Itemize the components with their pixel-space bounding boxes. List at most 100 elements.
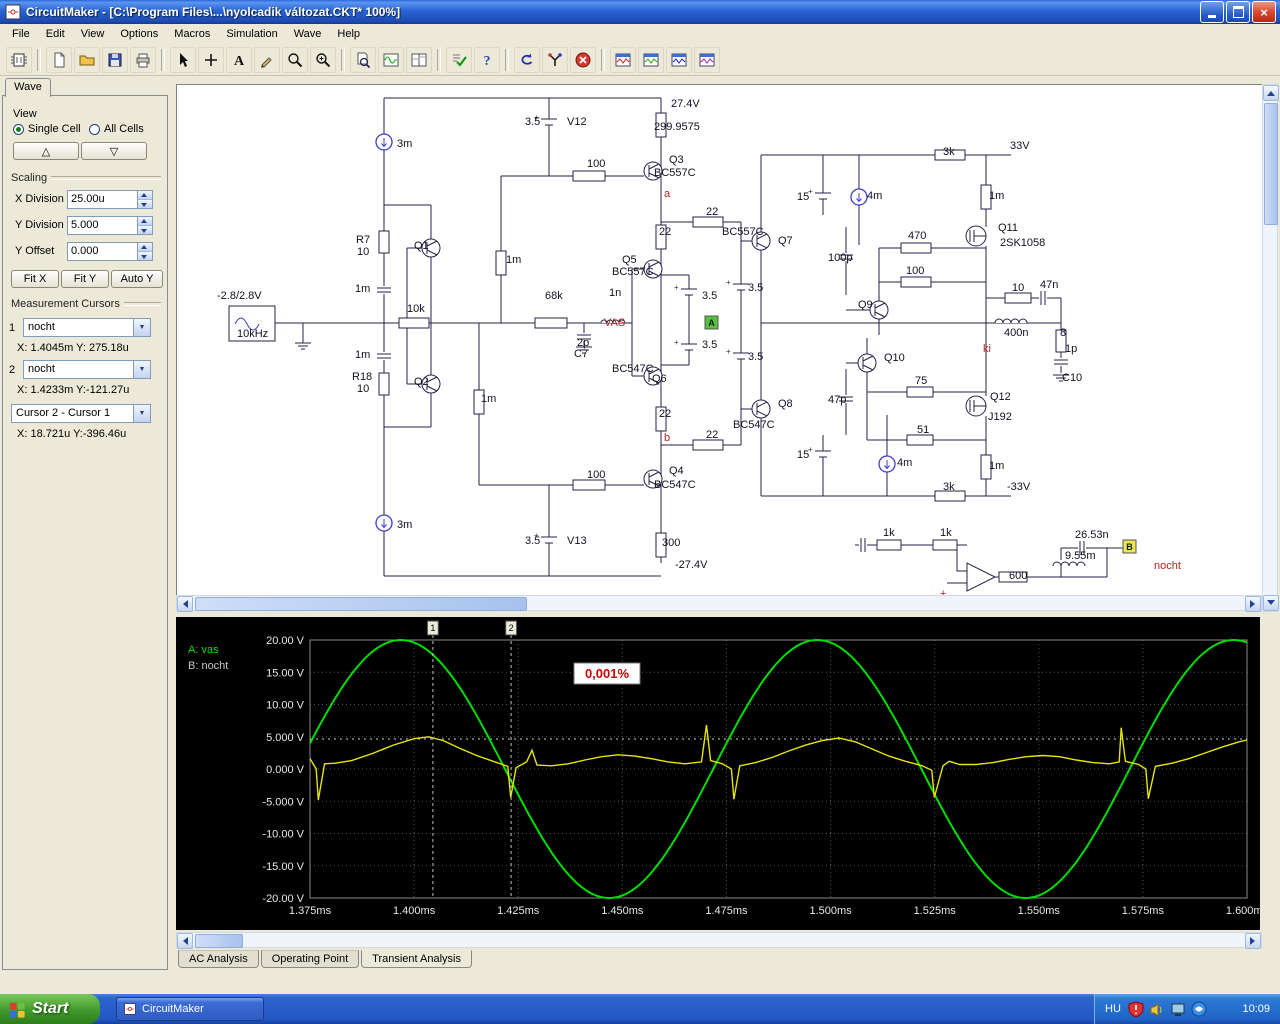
probe-tool-button[interactable] (254, 46, 280, 73)
arrow-tool-button[interactable] (170, 46, 196, 73)
scope-b-button[interactable] (638, 46, 664, 73)
svg-text:-15.00 V: -15.00 V (262, 861, 304, 873)
wave-down-button[interactable]: ▽ (81, 142, 147, 160)
hscroll-thumb[interactable] (195, 597, 527, 611)
y-division-up-arrow[interactable] (138, 217, 152, 226)
chip-button[interactable] (6, 46, 32, 73)
y-division-input[interactable]: 5.000 (67, 216, 153, 235)
zoom-area-button[interactable] (310, 46, 336, 73)
save-button[interactable] (102, 46, 128, 73)
messenger-icon[interactable] (1191, 1001, 1207, 1018)
tab-operating-point[interactable]: Operating Point (260, 950, 360, 968)
security-shield-icon[interactable] (1128, 1000, 1144, 1018)
help-button[interactable]: ? (474, 46, 500, 73)
cursor-diff-select[interactable]: Cursor 2 - Cursor 1 ▼ (11, 404, 151, 423)
menu-file[interactable]: File (4, 26, 38, 42)
tab-transient-analysis[interactable]: Transient Analysis (361, 950, 472, 968)
x-division-up-arrow[interactable] (138, 191, 152, 200)
wave-tab[interactable]: Wave (5, 78, 51, 97)
plus-tool-button[interactable] (198, 46, 224, 73)
scope-d-button[interactable] (694, 46, 720, 73)
svg-text:R7: R7 (356, 234, 370, 246)
menu-help[interactable]: Help (329, 26, 368, 42)
scope-d-icon (698, 51, 716, 69)
wave-hscroll-thumb[interactable] (195, 934, 243, 948)
vscroll-thumb[interactable] (1264, 103, 1278, 225)
stop-button[interactable] (570, 46, 596, 73)
close-button[interactable]: × (1252, 1, 1276, 23)
svg-text:1.550ms: 1.550ms (1018, 905, 1061, 917)
scroll-down-arrow-icon[interactable] (1263, 595, 1279, 611)
cursor2-signal-select[interactable]: nocht ▼ (23, 360, 151, 379)
probe-y-icon (546, 51, 564, 69)
svg-text:3k: 3k (943, 146, 955, 158)
scroll-left-arrow-icon[interactable] (177, 596, 193, 612)
schematic-vscrollbar[interactable] (1262, 84, 1279, 612)
wave-scroll-left-arrow-icon[interactable] (177, 933, 193, 949)
x-division-input[interactable]: 25.00u (67, 190, 153, 209)
clock[interactable]: 10:09 (1242, 1003, 1270, 1015)
menu-simulation[interactable]: Simulation (218, 26, 285, 42)
x-division-down-arrow[interactable] (138, 200, 152, 208)
y-offset-up-arrow[interactable] (138, 243, 152, 252)
cursor1-signal-select[interactable]: nocht ▼ (23, 318, 151, 337)
menu-edit[interactable]: Edit (38, 26, 73, 42)
taskbar-item-circuitmaker[interactable]: CircuitMaker (116, 997, 264, 1021)
cursor-diff-dropdown-icon[interactable]: ▼ (133, 405, 150, 422)
svg-text:1m: 1m (355, 283, 370, 295)
y-offset-down-arrow[interactable] (138, 252, 152, 260)
menu-options[interactable]: Options (112, 26, 166, 42)
probe-y-button[interactable] (542, 46, 568, 73)
y-division-down-arrow[interactable] (138, 226, 152, 234)
scope-c-icon (670, 51, 688, 69)
language-indicator[interactable]: HU (1105, 1003, 1121, 1015)
wave-scroll-right-arrow-icon[interactable] (1245, 933, 1261, 949)
tab-ac-analysis[interactable]: AC Analysis (178, 950, 259, 968)
start-button[interactable]: Start (0, 994, 100, 1024)
waveform-button[interactable] (378, 46, 404, 73)
open-file-button[interactable] (74, 46, 100, 73)
waveform-hscrollbar[interactable] (176, 932, 1262, 949)
new-file-icon (50, 51, 68, 69)
menu-macros[interactable]: Macros (166, 26, 218, 42)
schematic-hscrollbar[interactable] (176, 595, 1262, 612)
title-bar: CircuitMaker - [C:\Program Files\...\nyo… (0, 0, 1280, 24)
print-button[interactable] (130, 46, 156, 73)
undo-button[interactable] (514, 46, 540, 73)
minimize-button[interactable] (1200, 1, 1224, 23)
scroll-up-arrow-icon[interactable] (1263, 85, 1279, 101)
system-tray: HU 10:09 (1094, 994, 1280, 1024)
cursor1-dropdown-icon[interactable]: ▼ (133, 319, 150, 336)
waveform-plot[interactable]: 20.00 V 15.00 V 10.00 V 5.000 V 0.000 V -5.00… (176, 617, 1269, 930)
x-division-label: X Division (15, 193, 64, 205)
all-cells-radio[interactable]: All Cells (89, 123, 144, 135)
svg-text:1m: 1m (989, 460, 1004, 472)
fit-y-button[interactable]: Fit Y (61, 270, 109, 288)
display-icon[interactable] (1170, 1001, 1186, 1018)
cursor2-dropdown-icon[interactable]: ▼ (133, 361, 150, 378)
volume-icon[interactable] (1149, 1001, 1165, 1018)
split-view-button[interactable] (406, 46, 432, 73)
find-button[interactable] (350, 46, 376, 73)
svg-text:15: 15 (797, 191, 809, 203)
schematic-canvas[interactable]: + + + + + + + + A B 27.4V 3.5 V12 299.9575 3m 100 Q3 BC55… (176, 84, 1263, 600)
svg-text:BC547C: BC547C (733, 419, 775, 431)
new-file-button[interactable] (46, 46, 72, 73)
svg-text:1m: 1m (481, 393, 496, 405)
menu-wave[interactable]: Wave (286, 26, 330, 42)
scope-a-button[interactable] (610, 46, 636, 73)
zoom-button[interactable] (282, 46, 308, 73)
restore-button[interactable] (1226, 1, 1250, 23)
scope-c-button[interactable] (666, 46, 692, 73)
circuitmaker-task-icon (123, 1002, 137, 1016)
wave-up-button[interactable]: △ (13, 142, 79, 160)
menu-view[interactable]: View (73, 26, 113, 42)
auto-y-button[interactable]: Auto Y (111, 270, 163, 288)
svg-text:8: 8 (1060, 327, 1066, 339)
y-offset-input[interactable]: 0.000 (67, 242, 153, 261)
fit-x-button[interactable]: Fit X (11, 270, 59, 288)
single-cell-radio[interactable]: Single Cell (13, 123, 81, 135)
run-check-button[interactable] (446, 46, 472, 73)
scroll-right-arrow-icon[interactable] (1245, 596, 1261, 612)
text-tool-button[interactable]: A (226, 46, 252, 73)
